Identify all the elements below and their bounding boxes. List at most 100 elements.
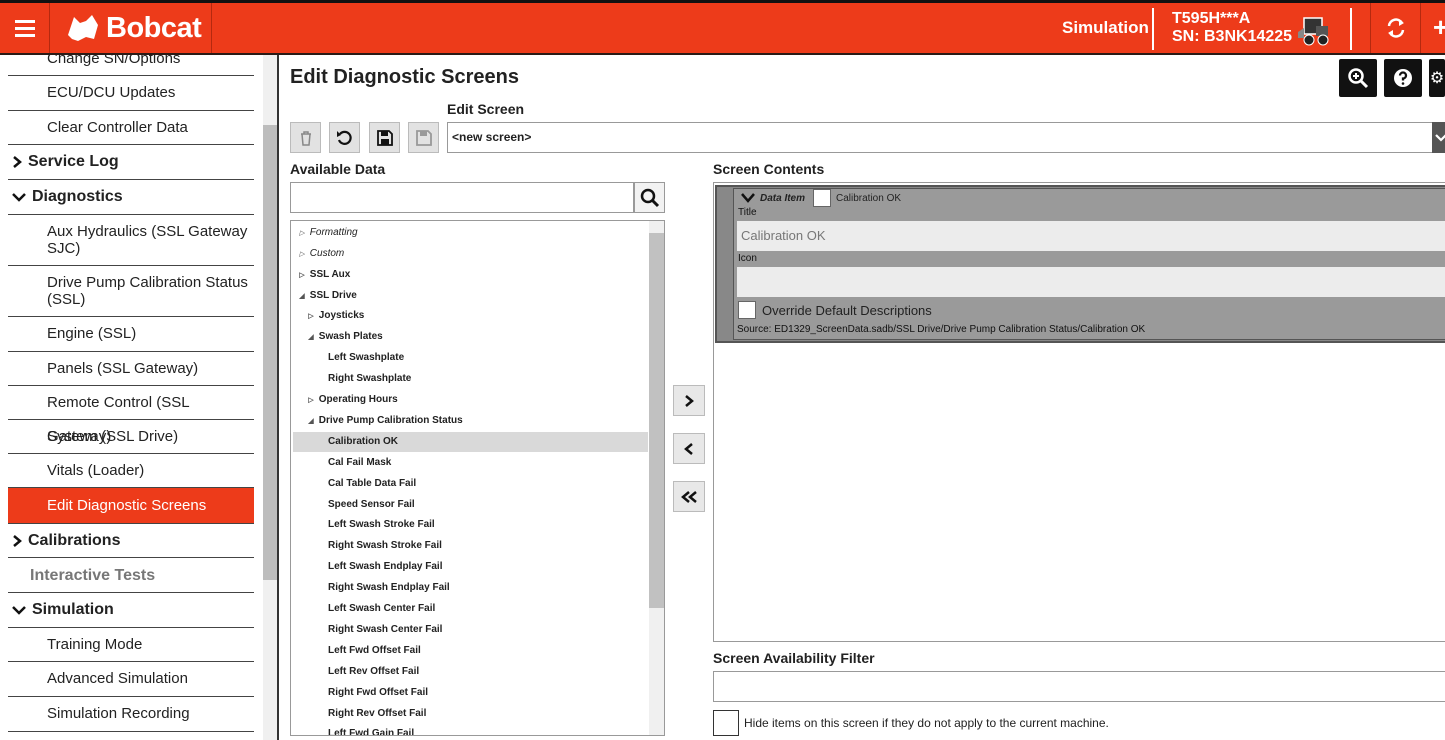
- tree-node-leaf[interactable]: Left Swash Center Fail: [293, 599, 648, 619]
- tree-node-operating-hours[interactable]: ▷ Operating Hours: [293, 390, 648, 410]
- sidebar-item-engine[interactable]: Engine (SSL): [8, 317, 254, 352]
- tree-node-left-swashplate[interactable]: Left Swashplate: [293, 348, 648, 368]
- sidebar-item-label: Panels (SSL Gateway): [47, 360, 199, 377]
- collapse-icon[interactable]: ◢: [306, 328, 316, 348]
- override-checkbox[interactable]: [738, 301, 756, 319]
- tree-node-leaf[interactable]: Cal Fail Mask: [293, 453, 648, 473]
- tree-node-leaf[interactable]: Right Swash Stroke Fail: [293, 536, 648, 556]
- sidebar-item-clear-controller[interactable]: Clear Controller Data: [8, 111, 254, 145]
- save-button[interactable]: [369, 122, 400, 153]
- sidebar-item-vitals[interactable]: Vitals (Loader): [8, 454, 254, 488]
- tree-node-leaf[interactable]: Speed Sensor Fail: [293, 495, 648, 515]
- add-item-button[interactable]: [673, 385, 705, 416]
- double-chevron-left-icon: [681, 490, 697, 503]
- page-title: Edit Diagnostic Screens: [290, 66, 519, 88]
- tree-node-label: Right Rev Offset Fail: [328, 708, 427, 719]
- sidebar-item-label: Calibrations: [28, 531, 121, 549]
- tree-node-label: Formatting: [309, 227, 358, 238]
- zoom-button[interactable]: [1339, 59, 1377, 97]
- sidebar-item-label: Change SN/Options: [47, 55, 181, 67]
- sidebar-item-training-mode[interactable]: Training Mode: [8, 628, 254, 662]
- sidebar-item-ecu-updates[interactable]: ECU/DCU Updates: [8, 76, 254, 111]
- data-item-checkbox[interactable]: [813, 189, 831, 207]
- edit-screen-dropdown-button[interactable]: [1432, 122, 1445, 153]
- title-field[interactable]: Calibration OK: [737, 221, 1445, 251]
- collapse-icon[interactable]: ◢: [306, 412, 316, 432]
- search-button[interactable]: [634, 182, 665, 213]
- settings-button[interactable]: ⚙: [1429, 59, 1445, 97]
- tree-node-label: Joysticks: [318, 310, 365, 321]
- tree-node-leaf[interactable]: Left Swash Endplay Fail: [293, 557, 648, 577]
- tree-node-label: Drive Pump Calibration Status: [318, 415, 463, 426]
- machine-info[interactable]: T595H***A SN: B3NK14225: [1152, 8, 1352, 50]
- tree-node-right-swashplate[interactable]: Right Swashplate: [293, 369, 648, 389]
- sidebar-item-system[interactable]: System (SSL Drive): [8, 420, 254, 454]
- tree-node-leaf[interactable]: Left Rev Offset Fail: [293, 662, 648, 682]
- expand-icon[interactable]: ▷: [297, 245, 307, 265]
- sidebar-item-service-log[interactable]: Service Log: [8, 145, 254, 180]
- skid-steer-icon: [1298, 17, 1329, 46]
- expand-icon[interactable]: ▷: [306, 391, 316, 411]
- edit-screen-select[interactable]: <new screen>: [447, 122, 1445, 153]
- sidebar-item-edit-diagnostic-screens[interactable]: Edit Diagnostic Screens: [8, 488, 254, 524]
- hamburger-menu-button[interactable]: [0, 3, 50, 53]
- sidebar-item-advanced-simulation[interactable]: Advanced Simulation: [8, 662, 254, 697]
- screen-availability-filter-label: Screen Availability Filter: [713, 650, 875, 666]
- expand-icon[interactable]: ▷: [297, 224, 307, 244]
- tree-node-label: Right Swash Center Fail: [328, 624, 443, 635]
- sidebar-item-drive-pump[interactable]: Drive Pump Calibration Status (SSL): [8, 266, 254, 317]
- tree-node-label: Right Swash Stroke Fail: [328, 540, 442, 551]
- available-data-tree[interactable]: ▷ Formatting ▷ Custom ▷ SSL Aux ◢ SSL Dr…: [290, 220, 665, 736]
- icon-field[interactable]: [737, 267, 1445, 297]
- delete-button[interactable]: [290, 122, 321, 153]
- sidebar-scrollbar-thumb[interactable]: [263, 125, 277, 580]
- tree-node-leaf[interactable]: Cal Table Data Fail: [293, 474, 648, 494]
- tree-node-ssl-drive[interactable]: ◢ SSL Drive: [293, 286, 648, 306]
- add-button[interactable]: +: [1420, 3, 1445, 53]
- tree-node-leaf[interactable]: Right Fwd Offset Fail: [293, 683, 648, 703]
- sidebar-item-label: Vitals (Loader): [47, 462, 145, 479]
- tree-node-leaf[interactable]: Right Swash Center Fail: [293, 620, 648, 640]
- tree-node-leaf[interactable]: Left Swash Stroke Fail: [293, 515, 648, 535]
- override-label: Override Default Descriptions: [762, 303, 932, 318]
- undo-button[interactable]: [329, 122, 360, 153]
- tree-node-custom[interactable]: ▷ Custom: [293, 244, 648, 264]
- sidebar-item-diagnostics[interactable]: Diagnostics: [8, 180, 254, 215]
- sidebar-item-aux-hydraulics[interactable]: Aux Hydraulics (SSL Gateway SJC): [8, 215, 254, 266]
- sidebar-item-panels[interactable]: Panels (SSL Gateway): [8, 352, 254, 386]
- tree-node-label: Left Swash Stroke Fail: [328, 519, 435, 530]
- gear-icon: ⚙: [1429, 70, 1445, 87]
- refresh-button[interactable]: [1370, 3, 1420, 53]
- tree-node-leaf[interactable]: Left Fwd Gain Fail: [293, 724, 648, 735]
- tree-node-leaf[interactable]: Right Swash Endplay Fail: [293, 578, 648, 598]
- tree-node-leaf[interactable]: Right Rev Offset Fail: [293, 704, 648, 724]
- screen-availability-filter-input[interactable]: [713, 671, 1445, 702]
- sidebar-item-change-sn[interactable]: Change SN/Options: [8, 55, 254, 76]
- sidebar-item-simulation[interactable]: Simulation: [8, 593, 254, 628]
- zoom-in-icon: [1348, 68, 1369, 89]
- save-as-button[interactable]: [408, 122, 439, 153]
- chevron-down-icon: [1435, 134, 1445, 142]
- expand-icon[interactable]: ▷: [297, 266, 307, 286]
- remove-all-button[interactable]: [673, 481, 705, 512]
- tree-node-leaf[interactable]: Left Fwd Offset Fail: [293, 641, 648, 661]
- tree-node-joysticks[interactable]: ▷ Joysticks: [293, 306, 648, 326]
- tree-scrollbar-thumb[interactable]: [649, 233, 664, 608]
- tree-node-swash-plates[interactable]: ◢ Swash Plates: [293, 327, 648, 347]
- sidebar-item-calibrations[interactable]: Calibrations: [8, 524, 254, 558]
- icon-field-label: Icon: [738, 253, 757, 264]
- sidebar-item-remote-control[interactable]: Remote Control (SSL Gateway): [8, 386, 254, 445]
- chevron-down-icon[interactable]: [740, 192, 756, 204]
- tree-node-ssl-aux[interactable]: ▷ SSL Aux: [293, 265, 648, 285]
- remove-item-button[interactable]: [673, 433, 705, 464]
- tree-node-drive-pump-calibration-status[interactable]: ◢ Drive Pump Calibration Status: [293, 411, 648, 431]
- tree-node-formatting[interactable]: ▷ Formatting: [293, 223, 648, 243]
- expand-icon[interactable]: ▷: [306, 307, 316, 327]
- collapse-icon[interactable]: ◢: [297, 287, 307, 307]
- search-input[interactable]: [290, 182, 634, 213]
- hide-items-checkbox[interactable]: [713, 710, 739, 736]
- tree-node-calibration-ok[interactable]: Calibration OK: [293, 432, 648, 452]
- help-button[interactable]: [1384, 59, 1422, 97]
- sidebar-item-label: ECU/DCU Updates: [47, 84, 176, 101]
- sidebar-item-simulation-recording[interactable]: Simulation Recording: [8, 697, 254, 732]
